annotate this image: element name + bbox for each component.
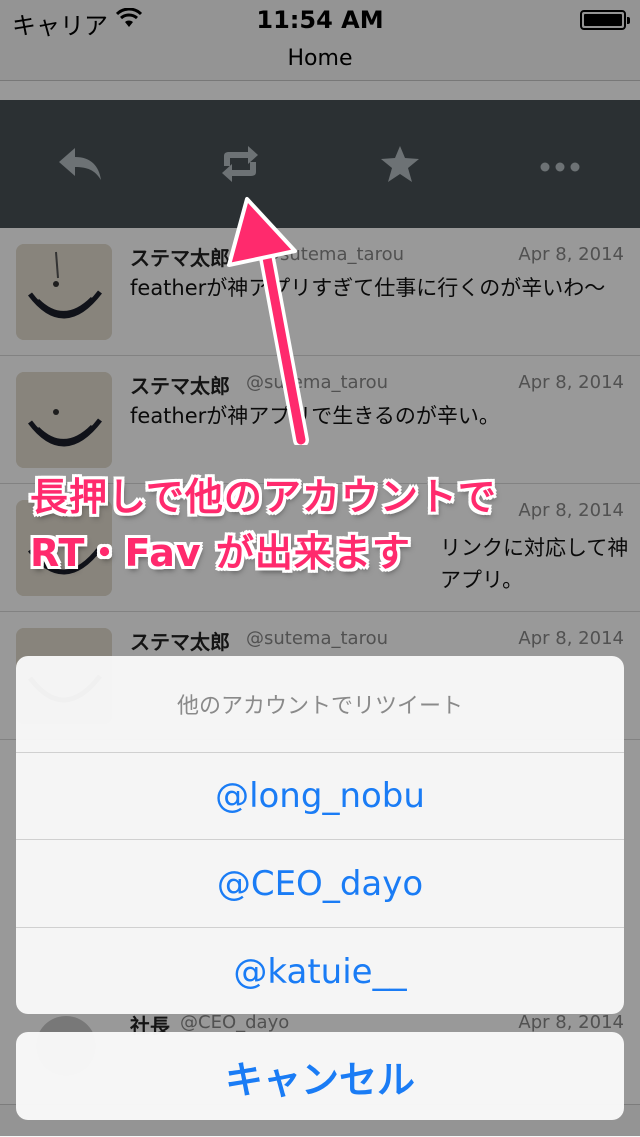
- favorite-button[interactable]: [370, 136, 430, 196]
- annotation-arrow: [227, 197, 309, 445]
- more-button[interactable]: [530, 136, 590, 196]
- account-option-katuie[interactable]: @katuie__: [16, 928, 624, 1014]
- star-icon: [380, 145, 420, 187]
- annotation-line-1: 長押しで他のアカウントで: [30, 475, 497, 519]
- reply-button[interactable]: [50, 136, 110, 196]
- retweet-button[interactable]: [210, 136, 270, 196]
- tweet-action-toolbar: [0, 100, 640, 228]
- cancel-button[interactable]: キャンセル: [16, 1032, 624, 1120]
- account-option-long-nobu[interactable]: @long_nobu: [16, 752, 624, 840]
- account-option-ceo-dayo[interactable]: @CEO_dayo: [16, 840, 624, 928]
- annotation-line-2: RT・Fav が出来ます: [30, 531, 411, 575]
- action-sheet: 他のアカウントでリツイート @long_nobu @CEO_dayo @katu…: [16, 656, 624, 1014]
- more-icon: [540, 157, 580, 176]
- retweet-icon: [218, 144, 262, 188]
- action-sheet-title: 他のアカウントでリツイート: [16, 656, 624, 753]
- reply-icon: [57, 146, 103, 186]
